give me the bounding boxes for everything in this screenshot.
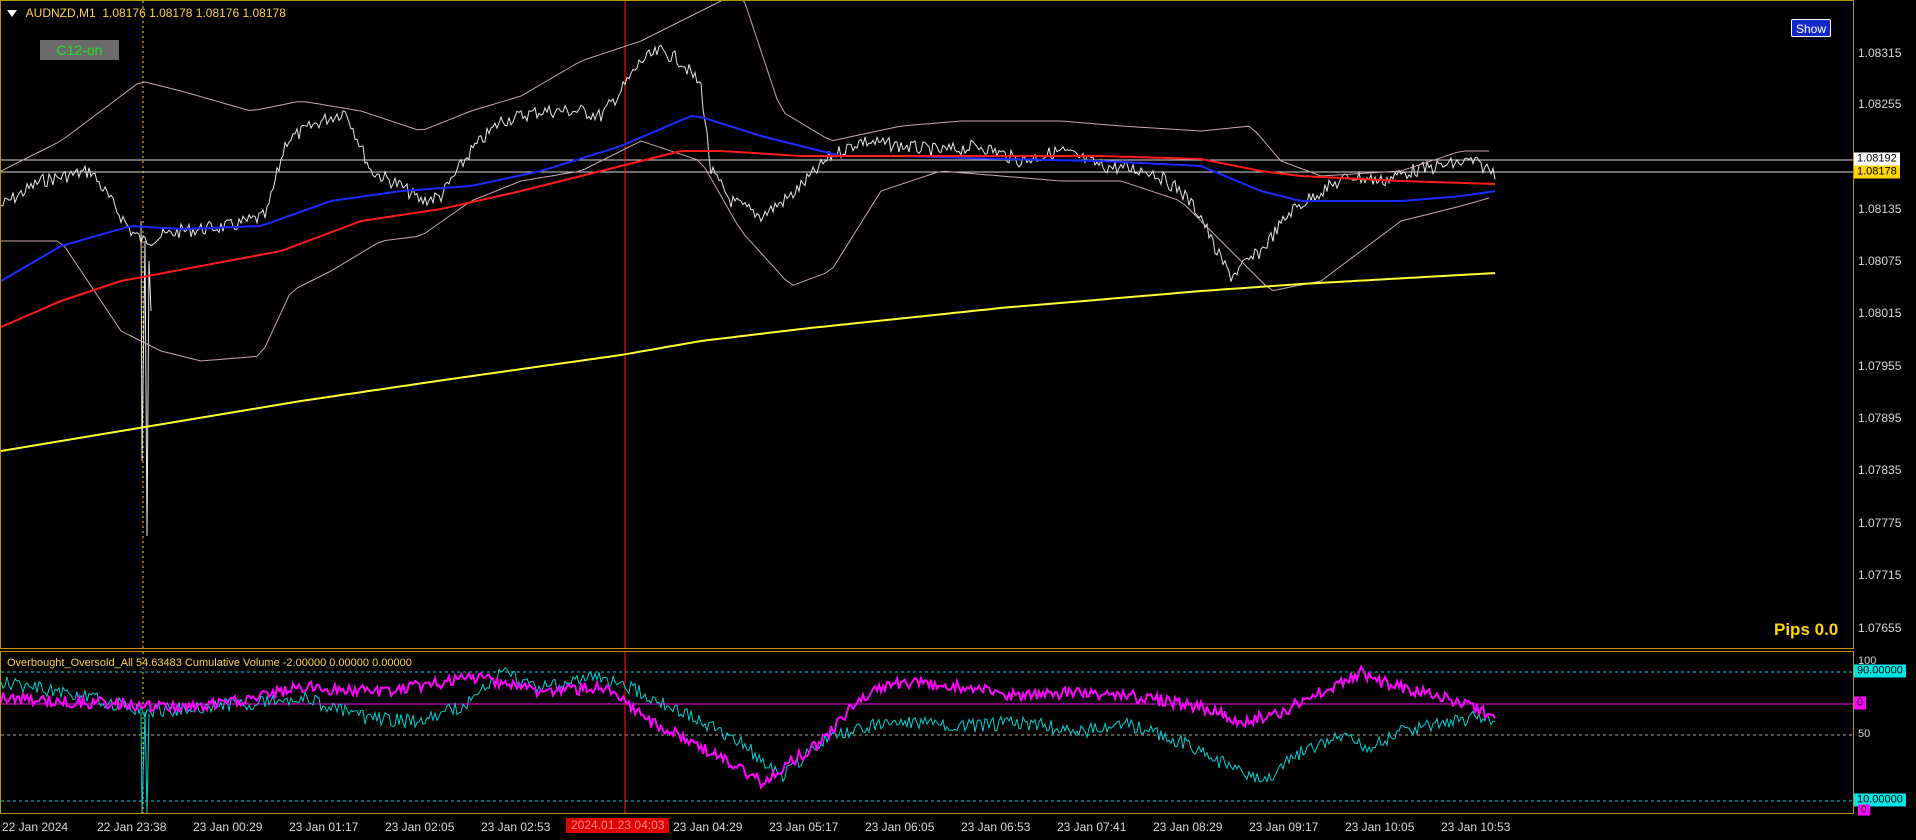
oscillator-canvas[interactable] xyxy=(1,652,1853,813)
osc-tick: 50 xyxy=(1858,728,1871,740)
crosshair-time-label: 2024.01.23 04:03 xyxy=(566,818,670,833)
fast-ma-line xyxy=(1,114,1496,282)
price-tick: 1.07715 xyxy=(1858,568,1902,582)
price-tick: 1.07655 xyxy=(1858,621,1902,635)
indicator-header: Overbought_Oversold_All 54.63483 Cumulat… xyxy=(7,657,412,669)
c12-status-badge[interactable]: C12-on xyxy=(40,40,119,60)
time-tick: 23 Jan 08:29 xyxy=(1153,820,1223,834)
time-tick: 23 Jan 10:53 xyxy=(1441,820,1511,834)
indicator-pane[interactable]: Overbought_Oversold_All 54.63483 Cumulat… xyxy=(0,651,1854,814)
price-tick: 1.08135 xyxy=(1858,202,1902,216)
chart-header: AUDNZD,M1 1.08176 1.08178 1.08176 1.0817… xyxy=(7,6,286,20)
magenta-value-tag: 0 xyxy=(1854,696,1867,710)
price-tick: 1.07775 xyxy=(1858,516,1902,530)
price-axis[interactable]: 1.08315 1.08255 1.08135 1.08075 1.08015 … xyxy=(1854,0,1916,649)
price-tick: 1.08075 xyxy=(1858,254,1902,268)
time-tick: 23 Jan 06:53 xyxy=(961,820,1031,834)
indicator-axis[interactable]: 100 90.00000 0 50 10.00000 0 xyxy=(1854,651,1916,816)
price-tick: 1.08015 xyxy=(1858,306,1902,320)
pips-readout: Pips 0.0 xyxy=(1774,620,1839,639)
time-tick: 22 Jan 2024 xyxy=(2,820,69,834)
main-chart-pane[interactable]: AUDNZD,M1 1.08176 1.08178 1.08176 1.0817… xyxy=(0,0,1854,649)
time-tick: 23 Jan 06:05 xyxy=(865,820,935,834)
triangle-down-icon[interactable] xyxy=(7,10,17,18)
line-price-tag: 1.08192 xyxy=(1854,152,1900,166)
time-tick: 23 Jan 07:41 xyxy=(1057,820,1127,834)
price-line xyxy=(1,44,1496,282)
time-tick: 23 Jan 01:17 xyxy=(289,820,359,834)
time-axis[interactable]: 22 Jan 2024 22 Jan 23:38 23 Jan 00:29 23… xyxy=(0,814,1916,840)
time-tick: 23 Jan 02:53 xyxy=(481,820,551,834)
time-tick: 23 Jan 10:05 xyxy=(1345,820,1415,834)
long-ma-line xyxy=(1,272,1496,452)
lower-band-line xyxy=(1,140,1490,362)
upper-band-line xyxy=(1,1,1489,177)
oscillator-spike xyxy=(140,711,150,813)
magenta-oscillator-line xyxy=(1,664,1496,790)
overbought-level-tag: 90.00000 xyxy=(1854,664,1906,678)
price-tick: 1.07835 xyxy=(1858,463,1902,477)
time-tick: 23 Jan 00:29 xyxy=(193,820,263,834)
price-spike xyxy=(140,220,152,537)
price-tick: 1.08255 xyxy=(1858,97,1902,111)
ohlc-readout: 1.08176 1.08178 1.08176 1.08178 xyxy=(102,6,286,20)
cyan-oscillator-line xyxy=(1,666,1496,784)
price-tick: 1.07895 xyxy=(1858,411,1902,425)
time-tick: 23 Jan 04:29 xyxy=(673,820,743,834)
time-tick: 22 Jan 23:38 xyxy=(97,820,167,834)
price-tick: 1.07955 xyxy=(1858,359,1902,373)
price-tick: 1.08315 xyxy=(1858,46,1902,60)
price-chart-canvas[interactable] xyxy=(1,1,1853,648)
symbol-label: AUDNZD,M1 xyxy=(25,6,96,20)
show-button[interactable]: Show xyxy=(1791,19,1831,37)
time-tick: 23 Jan 09:17 xyxy=(1249,820,1319,834)
time-tick: 23 Jan 02:05 xyxy=(385,820,455,834)
bid-price-tag: 1.08178 xyxy=(1854,165,1900,179)
time-tick: 23 Jan 05:17 xyxy=(769,820,839,834)
